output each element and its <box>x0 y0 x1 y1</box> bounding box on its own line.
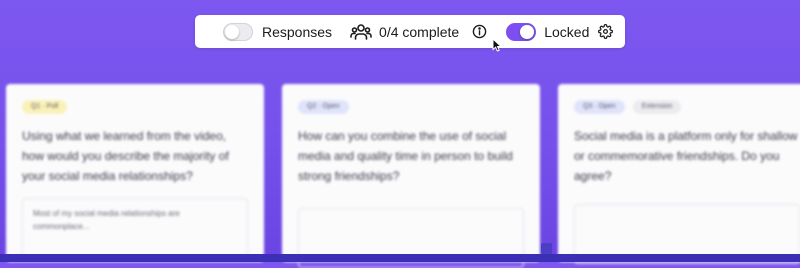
locked-label: Locked <box>544 23 590 40</box>
question-tag: Q3 · Open <box>574 100 625 114</box>
answer-box[interactable]: Most of my social media relationships ar… <box>22 198 248 258</box>
session-toolbar: Responses 0/4 complete Locked <box>195 15 625 48</box>
toggle-knob <box>225 24 239 39</box>
mouse-pointer-icon <box>492 38 503 52</box>
card-tags: Q1 · Poll <box>22 100 248 114</box>
info-icon[interactable] <box>472 24 487 39</box>
gear-icon[interactable] <box>598 24 614 39</box>
users-icon <box>350 23 372 41</box>
card-tags: Q2 · Open <box>298 100 524 114</box>
responses-label: Responses <box>262 23 333 40</box>
question-text: How can you combine the use of social me… <box>298 129 513 183</box>
question-tag: Q2 · Open <box>298 100 349 114</box>
locked-toggle[interactable] <box>506 22 537 41</box>
scroll-indicator[interactable] <box>541 243 552 254</box>
question-card[interactable]: Q3 · Open Extension Social media is a pl… <box>558 84 800 264</box>
question-tag: Q1 · Poll <box>22 100 68 114</box>
responses-toggle[interactable] <box>223 22 253 41</box>
card-tags: Q3 · Open Extension <box>574 100 800 114</box>
bottom-bar <box>0 254 800 262</box>
question-text: Using what we learned from the video, ho… <box>22 129 229 183</box>
extension-tag: Extension <box>632 100 682 114</box>
question-card[interactable]: Q2 · Open How can you combine the use of… <box>282 84 540 268</box>
question-card[interactable]: Q1 · Poll Using what we learned from the… <box>6 84 264 262</box>
question-cards: Q1 · Poll Using what we learned from the… <box>0 84 800 268</box>
question-text: Social media is a platform only for shal… <box>574 129 798 183</box>
toggle-knob <box>520 24 535 39</box>
completion-status: 0/4 complete <box>379 23 460 40</box>
